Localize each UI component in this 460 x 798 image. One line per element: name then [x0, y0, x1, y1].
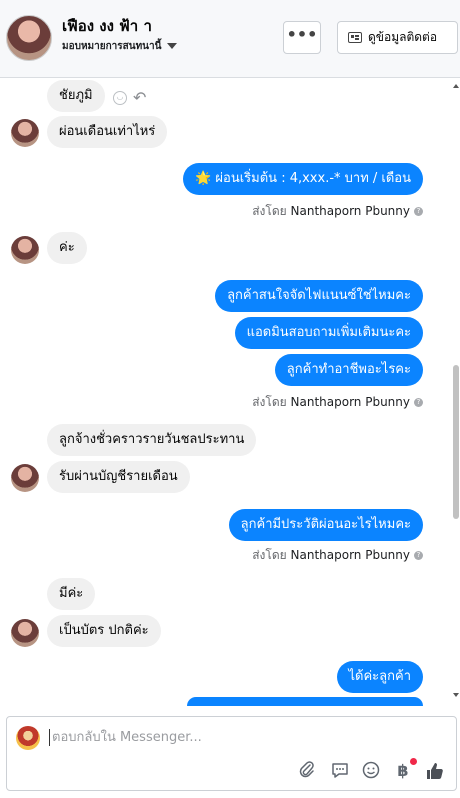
reply-icon[interactable]: ↶: [133, 90, 146, 106]
contact-avatar-small: [11, 619, 39, 647]
contact-card-icon: [348, 32, 362, 43]
incoming-message[interactable]: ค่ะ: [47, 232, 87, 264]
more-options-button[interactable]: •••: [283, 21, 321, 54]
outgoing-message[interactable]: แอดมินสอบถามเพิ่มเติมนะคะ: [234, 317, 423, 349]
outgoing-message-partial[interactable]: [187, 697, 423, 706]
scroll-up-arrow[interactable]: [453, 84, 459, 88]
page-avatar: [16, 726, 40, 750]
sent-by-prefix: ส่งโดย: [252, 548, 287, 562]
attach-icon[interactable]: [297, 761, 317, 781]
sent-by-agent: Nanthaporn Pbunny: [290, 204, 410, 218]
thread-bottom-edge: [0, 706, 460, 716]
outgoing-message[interactable]: ลูกค้าสนใจจัดไฟแนนซ์ใช่ไหมคะ: [215, 280, 423, 312]
baht-payment-icon[interactable]: ฿: [393, 761, 413, 781]
info-icon[interactable]: ?: [414, 551, 423, 560]
info-icon[interactable]: ?: [414, 207, 423, 216]
sent-by-agent: Nanthaporn Pbunny: [290, 395, 410, 409]
outgoing-message[interactable]: ลูกค้าทำอาชีพอะไรคะ: [274, 354, 423, 386]
like-icon[interactable]: [425, 761, 445, 781]
contact-avatar-small: [11, 464, 39, 492]
reply-composer: ฿: [6, 716, 457, 791]
conversation-header: เฟือง งง ฟ้า า มอบหมายการสนทนานี้ ••• ดู…: [0, 0, 460, 78]
sent-by-label: ส่งโดย Nanthaporn Pbunny?: [252, 546, 423, 565]
react-icon[interactable]: ◡: [113, 91, 127, 105]
sent-by-label: ส่งโดย Nanthaporn Pbunny?: [252, 202, 423, 221]
emoji-icon[interactable]: [361, 761, 381, 781]
reply-input[interactable]: [49, 729, 434, 746]
notification-dot: [410, 758, 417, 765]
incoming-message[interactable]: ชัยภูมิ: [47, 80, 105, 112]
incoming-message[interactable]: รับผ่านบัญชีรายเดือน: [47, 461, 190, 493]
info-icon[interactable]: ?: [414, 398, 423, 407]
outgoing-message[interactable]: ลูกค้ามีประวัติผ่อนอะไรไหมคะ: [228, 509, 423, 541]
outgoing-message[interactable]: 🌟 ผ่อนเริ่มต้น : 4,xxx.-* บาท / เดือน: [183, 163, 423, 195]
caret-down-icon: [167, 43, 178, 49]
sent-by-label: ส่งโดย Nanthaporn Pbunny?: [252, 393, 423, 412]
incoming-message[interactable]: เป็นบัตร ปกติค่ะ: [47, 615, 161, 647]
outgoing-message[interactable]: ได้ค่ะลูกค้า: [336, 661, 423, 693]
incoming-message[interactable]: มีค่ะ: [47, 578, 96, 610]
sent-by-prefix: ส่งโดย: [252, 395, 287, 409]
incoming-message[interactable]: ผ่อนเดือนเท่าไหร่: [47, 116, 168, 148]
scroll-down-arrow[interactable]: [453, 693, 459, 697]
assign-conversation-dropdown[interactable]: มอบหมายการสนทนานี้: [62, 39, 178, 54]
sent-by-agent: Nanthaporn Pbunny: [290, 548, 410, 562]
sent-by-prefix: ส่งโดย: [252, 204, 287, 218]
scrollbar-thumb[interactable]: [453, 365, 459, 519]
contact-avatar-small: [11, 119, 39, 147]
incoming-message[interactable]: ลูกจ้างชั่วคราวรายวันชลประทาน: [47, 424, 257, 456]
contact-avatar[interactable]: [6, 15, 52, 61]
view-contact-label: ดูข้อมูลติดต่อ: [368, 30, 438, 44]
saved-reply-icon[interactable]: [330, 761, 350, 781]
view-contact-button[interactable]: ดูข้อมูลติดต่อ: [337, 21, 458, 54]
message-actions: ◡ ↶: [113, 90, 146, 106]
contact-name[interactable]: เฟือง งง ฟ้า า: [62, 14, 152, 38]
assign-label: มอบหมายการสนทนานี้: [62, 41, 162, 52]
contact-avatar-small: [11, 236, 39, 264]
